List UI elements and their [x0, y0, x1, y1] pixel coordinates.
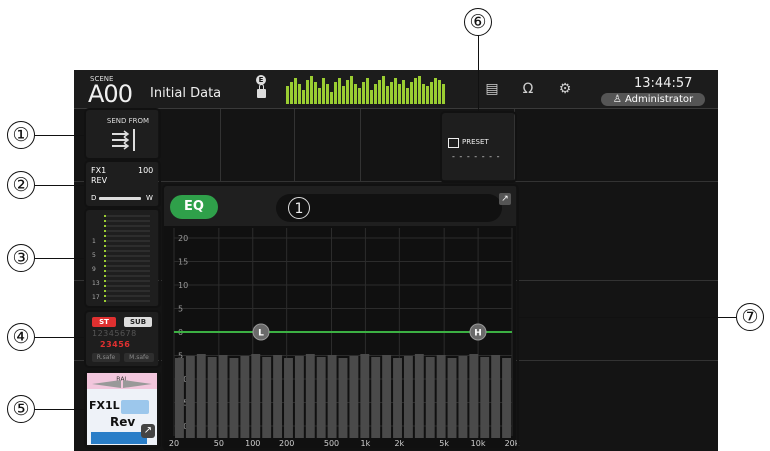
callout-box-5	[84, 370, 161, 449]
meter-bar	[338, 78, 341, 104]
meter-bar	[298, 84, 301, 104]
meter-bar	[290, 82, 293, 104]
meter-bar	[294, 78, 297, 104]
meter-bar	[310, 76, 313, 104]
divider	[74, 181, 718, 182]
meter-bar	[362, 82, 365, 104]
scene-number[interactable]: A00	[88, 80, 133, 108]
callout-2: ②	[7, 171, 35, 199]
callout-3: ③	[7, 244, 35, 272]
meter-icon[interactable]: ▤	[484, 81, 500, 97]
setup-gear-icon[interactable]: ⚙	[557, 81, 573, 97]
meter-bar	[442, 84, 445, 104]
callout-box-3	[84, 208, 161, 308]
meter-bar	[430, 82, 433, 104]
clock: 13:44:57	[634, 76, 693, 91]
leader-line	[478, 35, 480, 112]
callout-box-4	[84, 310, 161, 368]
callout-4: ④	[7, 323, 35, 351]
meter-bar	[398, 84, 401, 104]
meter-bar	[394, 78, 397, 104]
headphone-icon[interactable]: Ω	[520, 81, 536, 97]
divider	[360, 109, 361, 181]
meter-bar	[370, 90, 373, 104]
leader-line	[35, 258, 85, 260]
leader-line	[35, 409, 85, 411]
meter-bar	[406, 88, 409, 104]
meter-bar	[414, 78, 417, 104]
leader-line	[35, 185, 85, 187]
meter-bar	[374, 84, 377, 104]
divider	[294, 109, 295, 181]
meter-bar	[366, 78, 369, 104]
callout-box-2	[84, 160, 161, 208]
meter-bar	[330, 92, 333, 104]
meter-bar	[382, 76, 385, 104]
callout-7: ⑦	[736, 303, 764, 331]
callout-1: ①	[7, 121, 35, 149]
meter-bar	[418, 76, 421, 104]
meter-bar	[402, 80, 405, 104]
callout-5: ⑤	[7, 395, 35, 423]
meter-bar	[358, 88, 361, 104]
meter-bar	[390, 82, 393, 104]
meter-bar	[286, 86, 289, 104]
user-badge[interactable]: ♙ Administrator	[601, 93, 705, 106]
meter-bar	[410, 82, 413, 104]
meter-bar	[354, 84, 357, 104]
callout-box-6	[440, 111, 517, 183]
meter-bar	[318, 88, 321, 104]
meter-bar	[326, 84, 329, 104]
callout-box-1	[84, 108, 161, 160]
meter-bar	[438, 80, 441, 104]
meter-bar	[378, 80, 381, 104]
callout-box-7	[162, 184, 519, 450]
meter-bar	[302, 90, 305, 104]
callout-6: ⑥	[464, 8, 492, 36]
meter-bar	[422, 84, 425, 104]
meter-bar	[426, 86, 429, 104]
meter-bar	[322, 78, 325, 104]
user-name: Administrator	[624, 94, 694, 105]
leader-line	[35, 337, 85, 339]
leader-line	[35, 135, 85, 137]
meter-bar	[350, 76, 353, 104]
level-meters[interactable]	[286, 74, 450, 104]
divider	[220, 109, 221, 181]
scene-name[interactable]: Initial Data	[150, 86, 221, 101]
meter-bar	[346, 80, 349, 104]
meter-bar	[306, 80, 309, 104]
meter-bar	[334, 82, 337, 104]
meter-bar	[434, 78, 437, 104]
meter-bar	[386, 86, 389, 104]
leader-line	[518, 317, 736, 319]
meter-bar	[314, 82, 317, 104]
meter-bar	[342, 86, 345, 104]
top-bar: SCENE A00 Initial Data E ▤ Ω ⚙ 13:44:57 …	[74, 70, 718, 109]
lock-icon[interactable]	[257, 84, 266, 98]
